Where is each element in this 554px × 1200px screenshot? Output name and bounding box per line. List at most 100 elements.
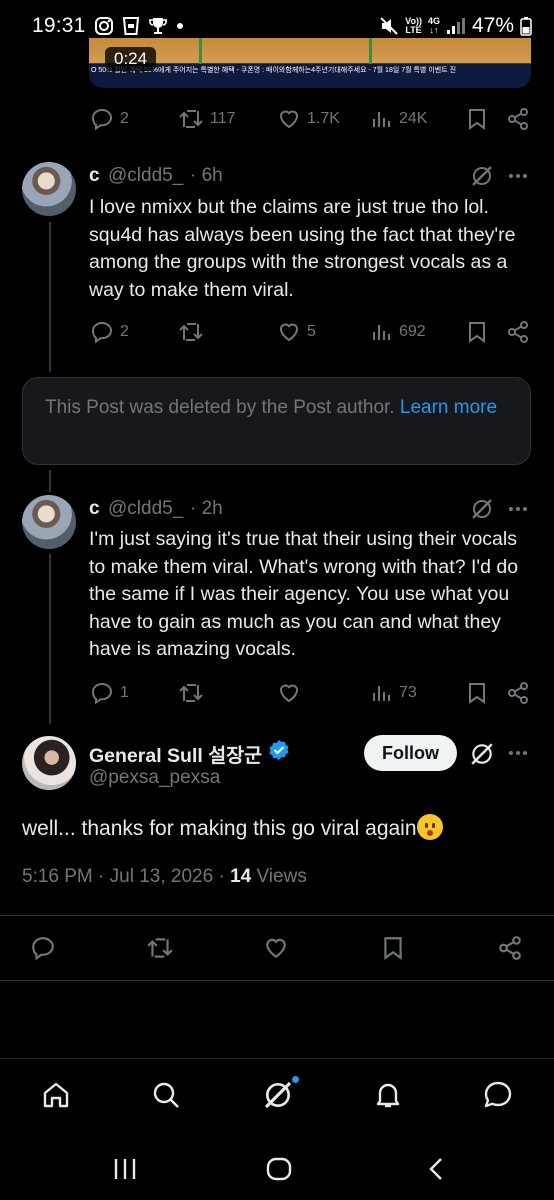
- share-icon: [508, 682, 528, 704]
- views-button[interactable]: 24K: [371, 107, 427, 131]
- more-options-icon[interactable]: [507, 499, 529, 519]
- reply-button[interactable]: 2: [90, 107, 129, 131]
- bookmark-icon: [469, 322, 485, 343]
- views-count: 692: [399, 323, 426, 340]
- mute-icon: [379, 16, 399, 36]
- follow-button[interactable]: Follow: [364, 735, 457, 771]
- court-line: [369, 38, 372, 64]
- instagram-icon: [94, 16, 114, 36]
- reply-count: 1: [120, 684, 129, 701]
- back-icon[interactable]: [424, 1156, 450, 1182]
- author-name[interactable]: c: [89, 165, 100, 187]
- divider: [0, 980, 554, 981]
- reply-count: 2: [120, 323, 129, 340]
- grok-icon[interactable]: [469, 741, 495, 767]
- notifications-icon[interactable]: [372, 1079, 404, 1111]
- reply-button[interactable]: [30, 935, 56, 961]
- views-icon: [373, 112, 390, 127]
- like-button[interactable]: [263, 935, 289, 961]
- reply-button[interactable]: 1: [90, 681, 129, 705]
- verified-badge-icon: [268, 739, 290, 761]
- repost-icon: [179, 323, 203, 341]
- repost-button[interactable]: [178, 320, 204, 344]
- share-button[interactable]: [506, 320, 530, 344]
- system-navigation: [0, 1138, 554, 1200]
- bookmark-button[interactable]: [466, 107, 488, 131]
- divider: [0, 915, 554, 916]
- views-button[interactable]: 692: [371, 320, 426, 344]
- reply-button[interactable]: 2: [90, 320, 129, 344]
- tweet-meta: 5:16 PM · Jul 13, 2026 · 14 Views: [22, 866, 307, 888]
- bookmark-button[interactable]: [381, 935, 405, 961]
- tweet-text: well... thanks for making this go viral …: [22, 814, 443, 841]
- share-button[interactable]: [497, 935, 523, 961]
- views-icon: [373, 325, 390, 340]
- grok-icon[interactable]: [470, 497, 494, 521]
- video-timer: 0:24: [105, 47, 157, 71]
- search-icon[interactable]: [150, 1079, 182, 1111]
- heart-icon: [279, 323, 299, 342]
- views-button[interactable]: 73: [371, 681, 417, 705]
- share-button[interactable]: [506, 107, 530, 131]
- bookmark-icon: [384, 937, 402, 960]
- tweet-timestamp: 5:16 PM · Jul 13, 2026 ·: [22, 866, 231, 887]
- battery-icon: [520, 16, 532, 36]
- volte-bottom: LTE: [405, 25, 422, 35]
- more-options-icon[interactable]: [507, 743, 529, 763]
- views-label: Views: [251, 866, 307, 887]
- like-button[interactable]: 1.7K: [277, 107, 340, 131]
- court-line: [199, 38, 202, 64]
- app-icon: [122, 16, 140, 36]
- avatar[interactable]: [22, 495, 76, 549]
- deleted-post-text: This Post was deleted by the Post author…: [45, 397, 395, 418]
- tweet-body: well... thanks for making this go viral …: [22, 817, 417, 840]
- learn-more-link[interactable]: Learn more: [400, 397, 497, 418]
- author-name[interactable]: c: [89, 498, 100, 520]
- avatar[interactable]: [22, 736, 76, 790]
- bookmark-icon: [469, 683, 485, 704]
- avatar[interactable]: [22, 162, 76, 216]
- thread-line: [49, 222, 51, 372]
- like-count: 1.7K: [307, 110, 340, 127]
- repost-button[interactable]: [178, 681, 204, 705]
- share-icon: [499, 936, 521, 960]
- repost-icon: [147, 938, 173, 958]
- bottom-navigation: [0, 1058, 554, 1138]
- tweet-time: · 2h: [190, 498, 223, 519]
- share-button[interactable]: [506, 681, 530, 705]
- repost-button[interactable]: 117: [178, 107, 236, 131]
- author-handle[interactable]: @cldd5_: [108, 165, 183, 187]
- grok-icon[interactable]: [262, 1079, 294, 1111]
- recent-apps-icon[interactable]: [112, 1156, 138, 1182]
- repost-button[interactable]: [146, 935, 174, 961]
- tweet-text: I'm just saying it's true that their usi…: [89, 528, 519, 660]
- share-icon: [508, 321, 528, 343]
- home-button-icon[interactable]: [266, 1156, 292, 1182]
- tweet-text: I love nmixx but the claims are just tru…: [89, 196, 516, 301]
- author-handle[interactable]: @cldd5_: [108, 498, 183, 520]
- heart-icon: [279, 110, 299, 129]
- grok-icon[interactable]: [470, 164, 494, 188]
- bookmark-button[interactable]: [466, 320, 488, 344]
- like-button[interactable]: 5: [277, 320, 316, 344]
- author-name[interactable]: General Sull 설장군: [89, 739, 262, 768]
- author-handle[interactable]: @pexsa_pexsa: [89, 767, 220, 789]
- repost-icon: [179, 684, 203, 702]
- views-count: 24K: [399, 110, 428, 127]
- messages-icon[interactable]: [482, 1079, 514, 1111]
- views-count: 73: [399, 684, 417, 701]
- views-number: 14: [230, 866, 252, 887]
- bookmark-button[interactable]: [466, 681, 488, 705]
- views-icon: [373, 686, 390, 701]
- reply-icon: [91, 108, 113, 131]
- reply-icon: [91, 682, 113, 705]
- thread-line: [49, 554, 51, 724]
- like-count: 5: [307, 323, 316, 340]
- home-icon[interactable]: [40, 1079, 72, 1111]
- like-button[interactable]: [277, 681, 301, 705]
- more-options-icon[interactable]: [507, 166, 529, 186]
- share-icon: [508, 108, 528, 130]
- thread-line: [49, 470, 51, 492]
- data-type-indicator: 4G ↓↑: [428, 17, 440, 35]
- notification-dot-icon: [176, 22, 184, 30]
